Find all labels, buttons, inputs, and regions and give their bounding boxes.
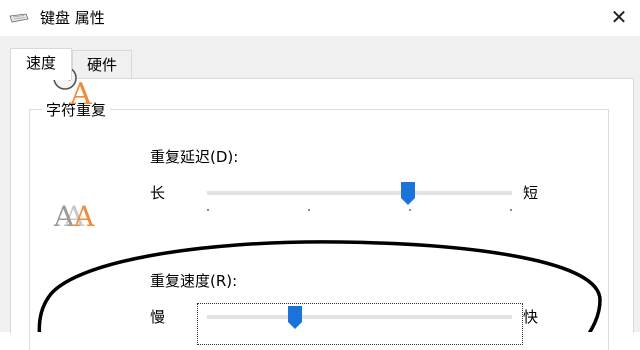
svg-text:A: A — [69, 77, 92, 108]
repeat-delay-slider[interactable] — [207, 176, 512, 216]
repeat-rate-label: 重复速度(R): — [150, 272, 238, 290]
slider-track — [207, 191, 512, 195]
slider-thumb[interactable] — [288, 306, 303, 330]
slider-thumb[interactable] — [401, 182, 416, 206]
keyboard-icon — [9, 13, 29, 23]
slider-tick — [207, 209, 209, 211]
repeat-delay-min-label: 长 — [150, 184, 166, 202]
window-title: 键盘 属性 — [40, 9, 105, 27]
repeat-delay-max-label: 短 — [523, 184, 539, 202]
repeat-rate-min-label: 慢 — [150, 308, 166, 326]
close-icon[interactable]: ✕ — [606, 4, 632, 30]
slider-tick — [510, 209, 512, 211]
slider-track — [207, 315, 512, 319]
slider-tick — [308, 209, 310, 211]
repeat-rate-max-label: 快 — [523, 308, 539, 326]
svg-text:A: A — [53, 200, 75, 232]
repeat-delay-label: 重复延迟(D): — [150, 148, 239, 166]
slider-tick — [409, 209, 411, 211]
repeated-letters-icon: A A A — [53, 200, 95, 232]
title-bar: 键盘 属性 ✕ — [0, 0, 640, 36]
repeat-rate-slider[interactable] — [207, 300, 512, 340]
tab-speed[interactable]: 速度 — [10, 48, 72, 80]
svg-text:A: A — [73, 200, 95, 232]
